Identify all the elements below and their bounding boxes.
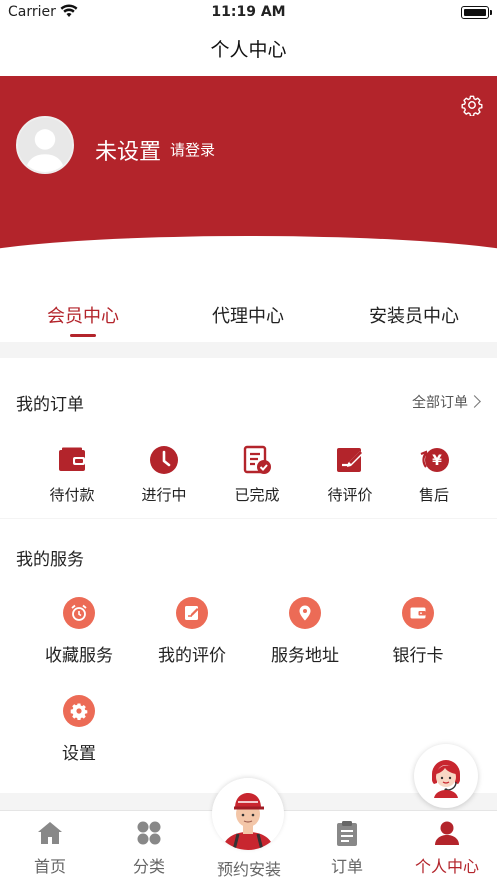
service-my-reviews-label: 我的评价 (158, 646, 226, 666)
tab-agent-center[interactable]: 代理中心 (168, 302, 328, 328)
service-my-reviews[interactable]: 我的评价 (137, 597, 247, 666)
clipboard-icon (333, 819, 361, 847)
tabbar-category[interactable]: 分类 (109, 819, 189, 877)
services-title: 我的服务 (16, 550, 84, 570)
tabbar-home-label: 首页 (33, 857, 66, 876)
order-in-progress[interactable]: 进行中 (124, 444, 204, 505)
my-services-section: 我的服务 收藏服务 我的评价 服务地址 银行卡 设置 (0, 519, 497, 793)
service-bank-card[interactable]: 银行卡 (363, 597, 473, 666)
service-settings[interactable]: 设置 (24, 695, 134, 764)
home-icon (36, 819, 64, 847)
card-wallet-icon (402, 597, 434, 629)
order-completed[interactable]: 已完成 (217, 444, 297, 505)
service-address-label: 服务地址 (271, 646, 339, 666)
order-pending-review-label: 待评价 (327, 486, 373, 504)
person-icon (433, 819, 461, 847)
order-after-sales[interactable]: ¥ 售后 (394, 444, 474, 505)
customer-service-button[interactable] (414, 744, 478, 808)
wallet-icon (56, 444, 88, 476)
page-title: 个人中心 (0, 26, 497, 76)
clock-time: 11:19 AM (211, 4, 286, 20)
tabbar-home[interactable]: 首页 (10, 819, 90, 877)
order-completed-label: 已完成 (234, 486, 280, 504)
battery-icon (461, 6, 492, 19)
view-all-orders-link[interactable]: 全部订单 (412, 392, 481, 412)
alarm-clock-icon (63, 597, 95, 629)
gear-icon (63, 695, 95, 727)
order-pending-review[interactable]: 待评价 (310, 444, 390, 505)
service-settings-label: 设置 (62, 744, 96, 764)
category-icon (135, 819, 163, 847)
service-favorites-label: 收藏服务 (45, 646, 113, 666)
tabbar-profile-label: 个人中心 (414, 857, 479, 876)
tabbar-orders[interactable]: 订单 (307, 819, 387, 877)
tab-installer-center[interactable]: 安装员中心 (334, 302, 494, 328)
completed-list-icon (241, 444, 273, 476)
tabbar-profile[interactable]: 个人中心 (407, 819, 487, 877)
tabbar-book-install-label: 预约安装 (216, 860, 281, 879)
order-after-sales-label: 售后 (418, 486, 449, 504)
tabbar-category-label: 分类 (132, 857, 165, 876)
refund-icon: ¥ (418, 444, 450, 476)
service-bank-card-label: 银行卡 (392, 646, 444, 666)
status-bar: Carrier 11:19 AM (0, 0, 497, 26)
username: 未设置 (95, 140, 162, 165)
login-link[interactable]: 请登录 (170, 139, 215, 160)
tabbar-orders-label: 订单 (330, 857, 363, 876)
chevron-right-icon (468, 395, 481, 408)
center-tabs: 会员中心 代理中心 安装员中心 (0, 270, 497, 342)
view-all-label: 全部订单 (412, 395, 468, 411)
order-pending-payment[interactable]: 待付款 (32, 444, 112, 505)
profile-header: 未设置 请登录 (0, 76, 497, 270)
header-curve (0, 236, 497, 270)
location-pin-icon (289, 597, 321, 629)
edit-review-icon (334, 444, 366, 476)
edit-icon (176, 597, 208, 629)
active-tab-indicator (70, 334, 96, 337)
order-pending-payment-label: 待付款 (49, 486, 95, 504)
orders-title: 我的订单 (16, 395, 84, 415)
clock-icon (148, 444, 180, 476)
order-in-progress-label: 进行中 (141, 486, 187, 504)
my-orders-section: 我的订单 全部订单 待付款 进行中 已完成 待评价 ¥ 售后 (0, 358, 497, 518)
service-address[interactable]: 服务地址 (250, 597, 360, 666)
svg-text:¥: ¥ (432, 453, 442, 469)
avatar[interactable] (16, 116, 74, 174)
tab-member-center[interactable]: 会员中心 (3, 302, 163, 328)
service-favorites[interactable]: 收藏服务 (24, 597, 134, 666)
installer-avatar-icon (212, 778, 284, 850)
customer-service-agent-icon (432, 760, 460, 798)
tabbar-book-install-button[interactable] (212, 778, 284, 850)
settings-gear-icon[interactable] (461, 94, 483, 117)
